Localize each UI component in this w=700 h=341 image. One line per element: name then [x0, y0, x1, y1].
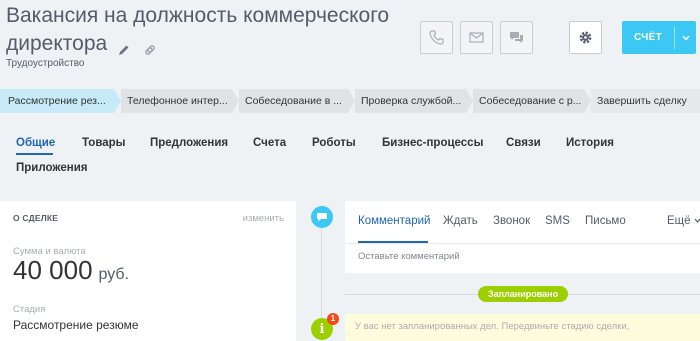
tab-general[interactable]: Общие — [16, 137, 55, 149]
tab-applications[interactable]: Приложения — [16, 162, 88, 174]
invoice-dropdown-toggle[interactable] — [675, 35, 696, 41]
tab-products[interactable]: Товары — [82, 137, 125, 149]
activity-editor: Комментарий Ждать Звонок SMS Письмо Ещё … — [345, 201, 700, 273]
gear-icon — [579, 31, 592, 44]
stage-progress-bar: Рассмотрение рез... Телефонное интер... … — [0, 89, 700, 113]
chevron-down-icon — [681, 35, 690, 41]
stage-arrow — [466, 89, 473, 113]
stage-arrow — [114, 89, 121, 113]
counter-badge: 1 — [327, 313, 339, 325]
stage-arrow — [584, 89, 591, 113]
editor-tab-more[interactable]: Ещё — [667, 215, 700, 227]
tab-links[interactable]: Связи — [506, 137, 541, 149]
tab-robots[interactable]: Роботы — [312, 137, 356, 149]
copy-link-icon[interactable] — [143, 37, 157, 56]
tab-invoices[interactable]: Счета — [253, 137, 286, 149]
stage-item[interactable]: Проверка службой... — [355, 89, 466, 113]
phone-icon — [429, 30, 444, 45]
editor-tab-comment[interactable]: Комментарий — [358, 215, 430, 227]
editor-tab-call[interactable]: Звонок — [493, 215, 530, 227]
edit-section-link[interactable]: изменить — [243, 213, 284, 224]
email-button[interactable] — [460, 21, 493, 54]
stage-arrow — [348, 89, 355, 113]
tab-history[interactable]: История — [566, 137, 614, 149]
panel-heading: О СДЕЛКЕ — [13, 213, 59, 223]
deal-category: Трудоустройство — [6, 58, 85, 69]
tab-business-processes[interactable]: Бизнес-процессы — [382, 137, 483, 149]
divider — [345, 243, 700, 244]
finish-deal-stage[interactable]: Завершить сделку — [591, 89, 700, 113]
amount-value: 40 000 — [13, 255, 93, 285]
stage-item[interactable]: Рассмотрение рез... — [0, 89, 114, 113]
stage-label: Стадия — [13, 304, 46, 315]
tab-quotes[interactable]: Предложения — [150, 137, 228, 149]
editor-tab-sms[interactable]: SMS — [545, 215, 570, 227]
chat-button[interactable] — [500, 21, 533, 54]
call-button[interactable] — [420, 21, 453, 54]
chat-icon — [510, 32, 523, 43]
editor-tab-email[interactable]: Письмо — [585, 215, 626, 227]
empty-activities-text: У вас нет запланированных дел. Передвинь… — [355, 321, 630, 332]
edit-title-icon[interactable] — [117, 37, 131, 56]
comment-input[interactable]: Оставьте комментарий — [358, 251, 460, 262]
invoice-button[interactable]: СЧЁТ — [622, 21, 696, 54]
planned-activities-box: У вас нет запланированных дел. Передвинь… — [345, 314, 700, 341]
stage-arrow — [232, 89, 239, 113]
invoice-button-label: СЧЁТ — [634, 32, 662, 43]
deal-title-text: Вакансия на должность коммерческого дире… — [6, 4, 390, 55]
editor-tab-wait[interactable]: Ждать — [443, 215, 478, 227]
settings-button[interactable] — [569, 21, 602, 54]
planned-badge: Запланировано — [478, 286, 569, 302]
stage-item[interactable]: Собеседование с р... — [473, 89, 584, 113]
stage-value: Рассмотрение резюме — [13, 318, 139, 332]
page-title: Вакансия на должность коммерческого дире… — [6, 2, 406, 58]
deal-amount: 40 000 руб. — [13, 255, 129, 286]
active-tab-indicator — [16, 153, 53, 155]
comment-icon — [311, 206, 333, 228]
stage-item[interactable]: Собеседование в ... — [239, 89, 348, 113]
currency-value: руб. — [98, 266, 130, 283]
chevron-down-icon — [694, 219, 700, 224]
mail-icon — [469, 32, 484, 43]
stage-item[interactable]: Телефонное интер... — [121, 89, 232, 113]
more-label: Ещё — [667, 215, 691, 227]
